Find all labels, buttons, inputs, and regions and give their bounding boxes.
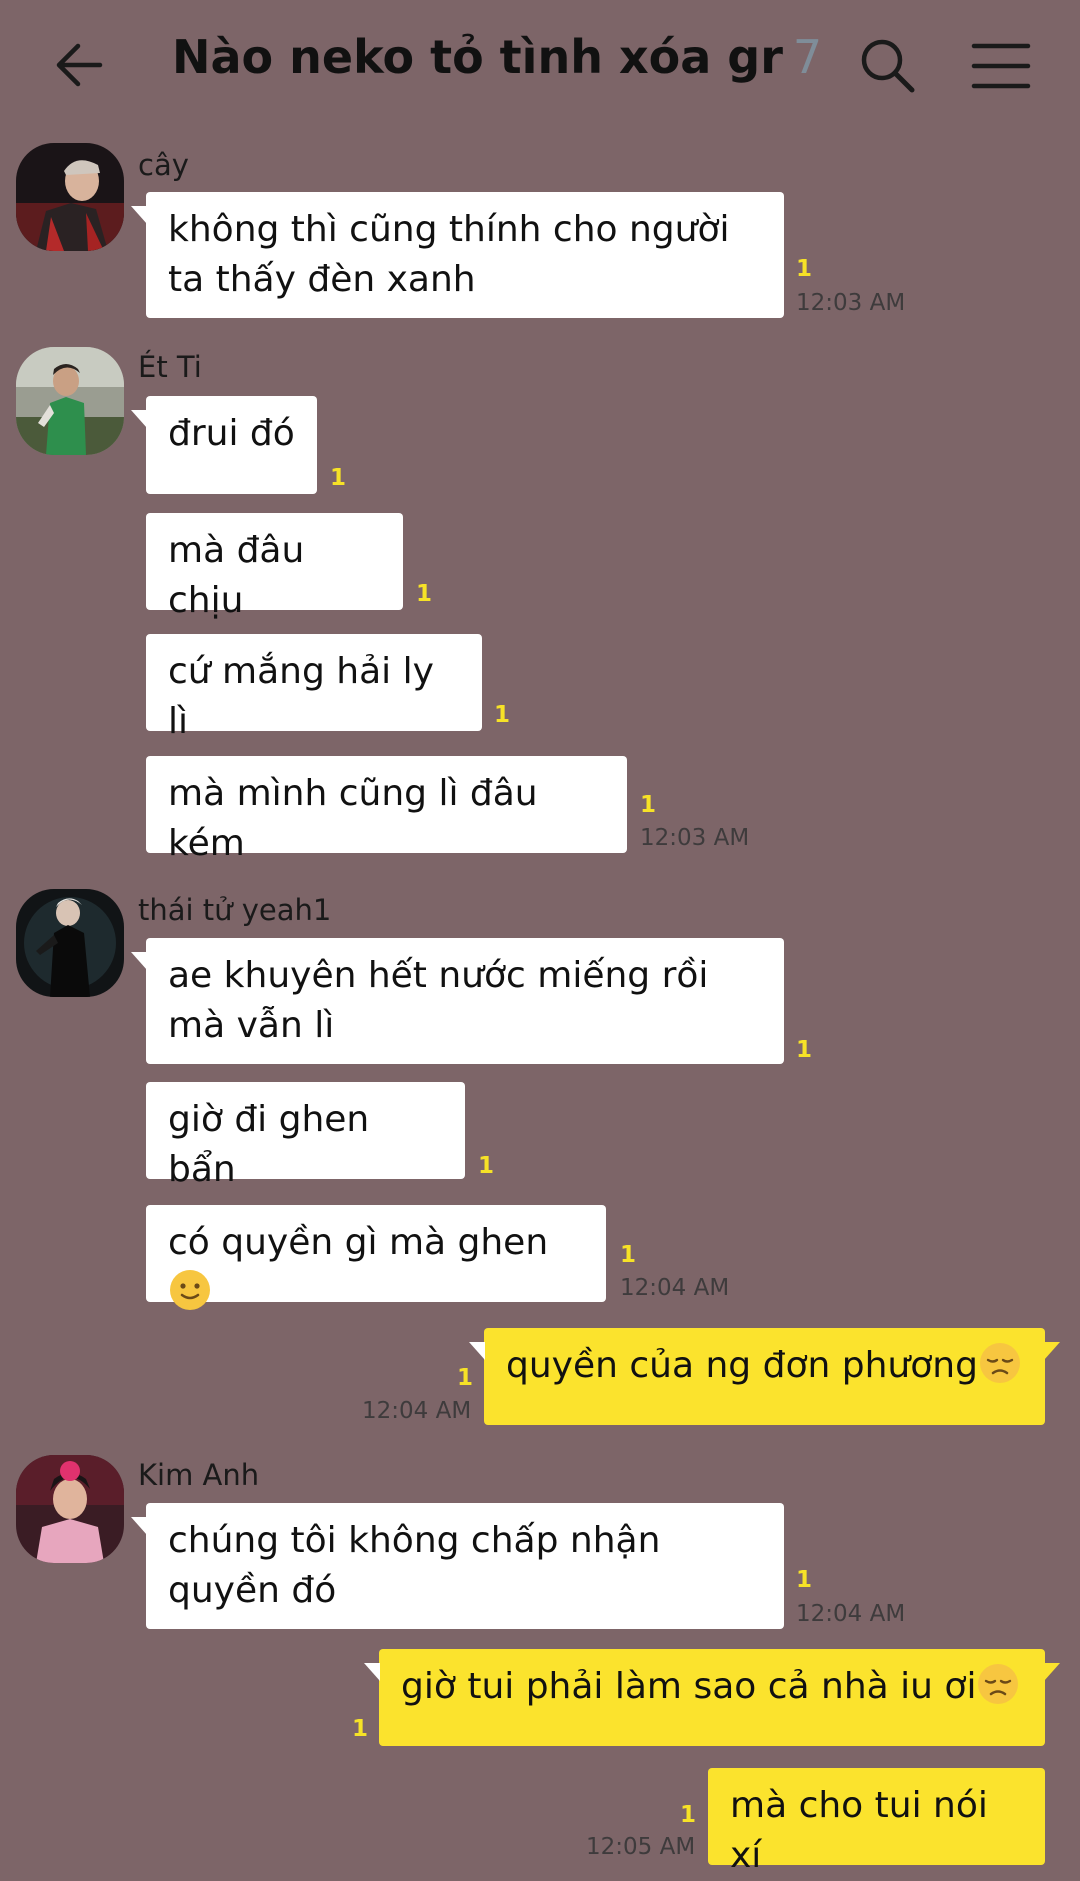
message-time: 12:04 AM <box>362 1398 472 1424</box>
chat-title-text: Nào neko tỏ tình xóa gr <box>172 30 783 84</box>
message-bubble[interactable]: không thì cũng thính cho người ta thấy đ… <box>131 192 784 318</box>
message-bubble[interactable]: mà mình cũng lì đâu kém <box>146 756 627 864</box>
message-bubble[interactable]: giờ tui phải làm sao cả nhà iu ơi <box>364 1649 1060 1746</box>
message-time: 12:04 AM <box>620 1275 730 1301</box>
message-text: có quyền gì mà ghen <box>168 1222 549 1263</box>
sender-name: Ét Ti <box>138 350 202 384</box>
unread-count: 1 <box>352 1716 369 1742</box>
unread-count: 1 <box>796 1037 813 1063</box>
message-bubble[interactable]: chúng tôi không chấp nhận quyền đó <box>131 1503 784 1629</box>
message-bubble[interactable]: mà cho tui nói xí <box>708 1768 1045 1876</box>
message-time: 12:04 AM <box>796 1601 906 1627</box>
unread-count: 1 <box>478 1153 495 1179</box>
disappointed-face-icon <box>979 1343 1020 1383</box>
message-time: 12:05 AM <box>586 1834 696 1860</box>
message-time: 12:03 AM <box>796 290 906 316</box>
message-bubble[interactable]: ae khuyên hết nước miếng rồi mà vẫn lì <box>131 938 784 1064</box>
avatar-image <box>16 889 124 997</box>
message-time: 12:03 AM <box>640 825 750 851</box>
avatar-image <box>16 143 124 251</box>
message-bubble[interactable]: cứ mắng hải ly lì <box>146 634 482 742</box>
message-text: giờ tui phải làm sao cả nhà iu ơi <box>401 1666 977 1707</box>
unread-count: 1 <box>620 1242 637 1268</box>
menu-icon[interactable] <box>970 40 1032 92</box>
avatar-thai-tu-yeah1[interactable] <box>16 889 124 997</box>
sender-name: Kim Anh <box>138 1458 260 1492</box>
avatar-et-ti[interactable] <box>16 347 124 455</box>
member-count: 7 <box>792 30 823 84</box>
unread-count: 1 <box>680 1802 697 1828</box>
unread-count: 1 <box>416 581 433 607</box>
message-bubble[interactable]: có quyền gì mà ghen <box>146 1205 606 1310</box>
chat-title[interactable]: Nào neko tỏ tình xóa gr 7 <box>172 30 822 84</box>
avatar-image <box>16 1455 124 1563</box>
message-bubble[interactable]: giờ đi ghen bẩn <box>146 1082 465 1190</box>
message-text: quyền của ng đơn phương <box>506 1345 978 1386</box>
avatar-image <box>16 347 124 455</box>
unread-count: 1 <box>796 256 813 282</box>
unread-count: 1 <box>330 465 347 491</box>
unread-count: 1 <box>640 792 657 818</box>
chat-header: Nào neko tỏ tình xóa gr 7 <box>0 0 1080 135</box>
search-icon[interactable] <box>858 36 918 96</box>
unread-count: 1 <box>494 702 511 728</box>
arrow-left-icon[interactable] <box>50 35 110 95</box>
message-bubble[interactable]: mà đâu chịu <box>146 513 403 621</box>
unread-count: 1 <box>796 1567 813 1593</box>
message-bubble[interactable]: quyền của ng đơn phương <box>469 1328 1060 1425</box>
unread-count: 1 <box>457 1365 474 1391</box>
sender-name: thái tử yeah1 <box>138 893 332 927</box>
message-bubble[interactable]: đrui đó <box>131 396 317 494</box>
sender-name: cây <box>138 148 189 182</box>
avatar-cay[interactable] <box>16 143 124 251</box>
avatar-kim-anh[interactable] <box>16 1455 124 1563</box>
slightly-smiling-face-icon <box>170 1270 210 1310</box>
disappointed-face-icon <box>978 1664 1019 1704</box>
